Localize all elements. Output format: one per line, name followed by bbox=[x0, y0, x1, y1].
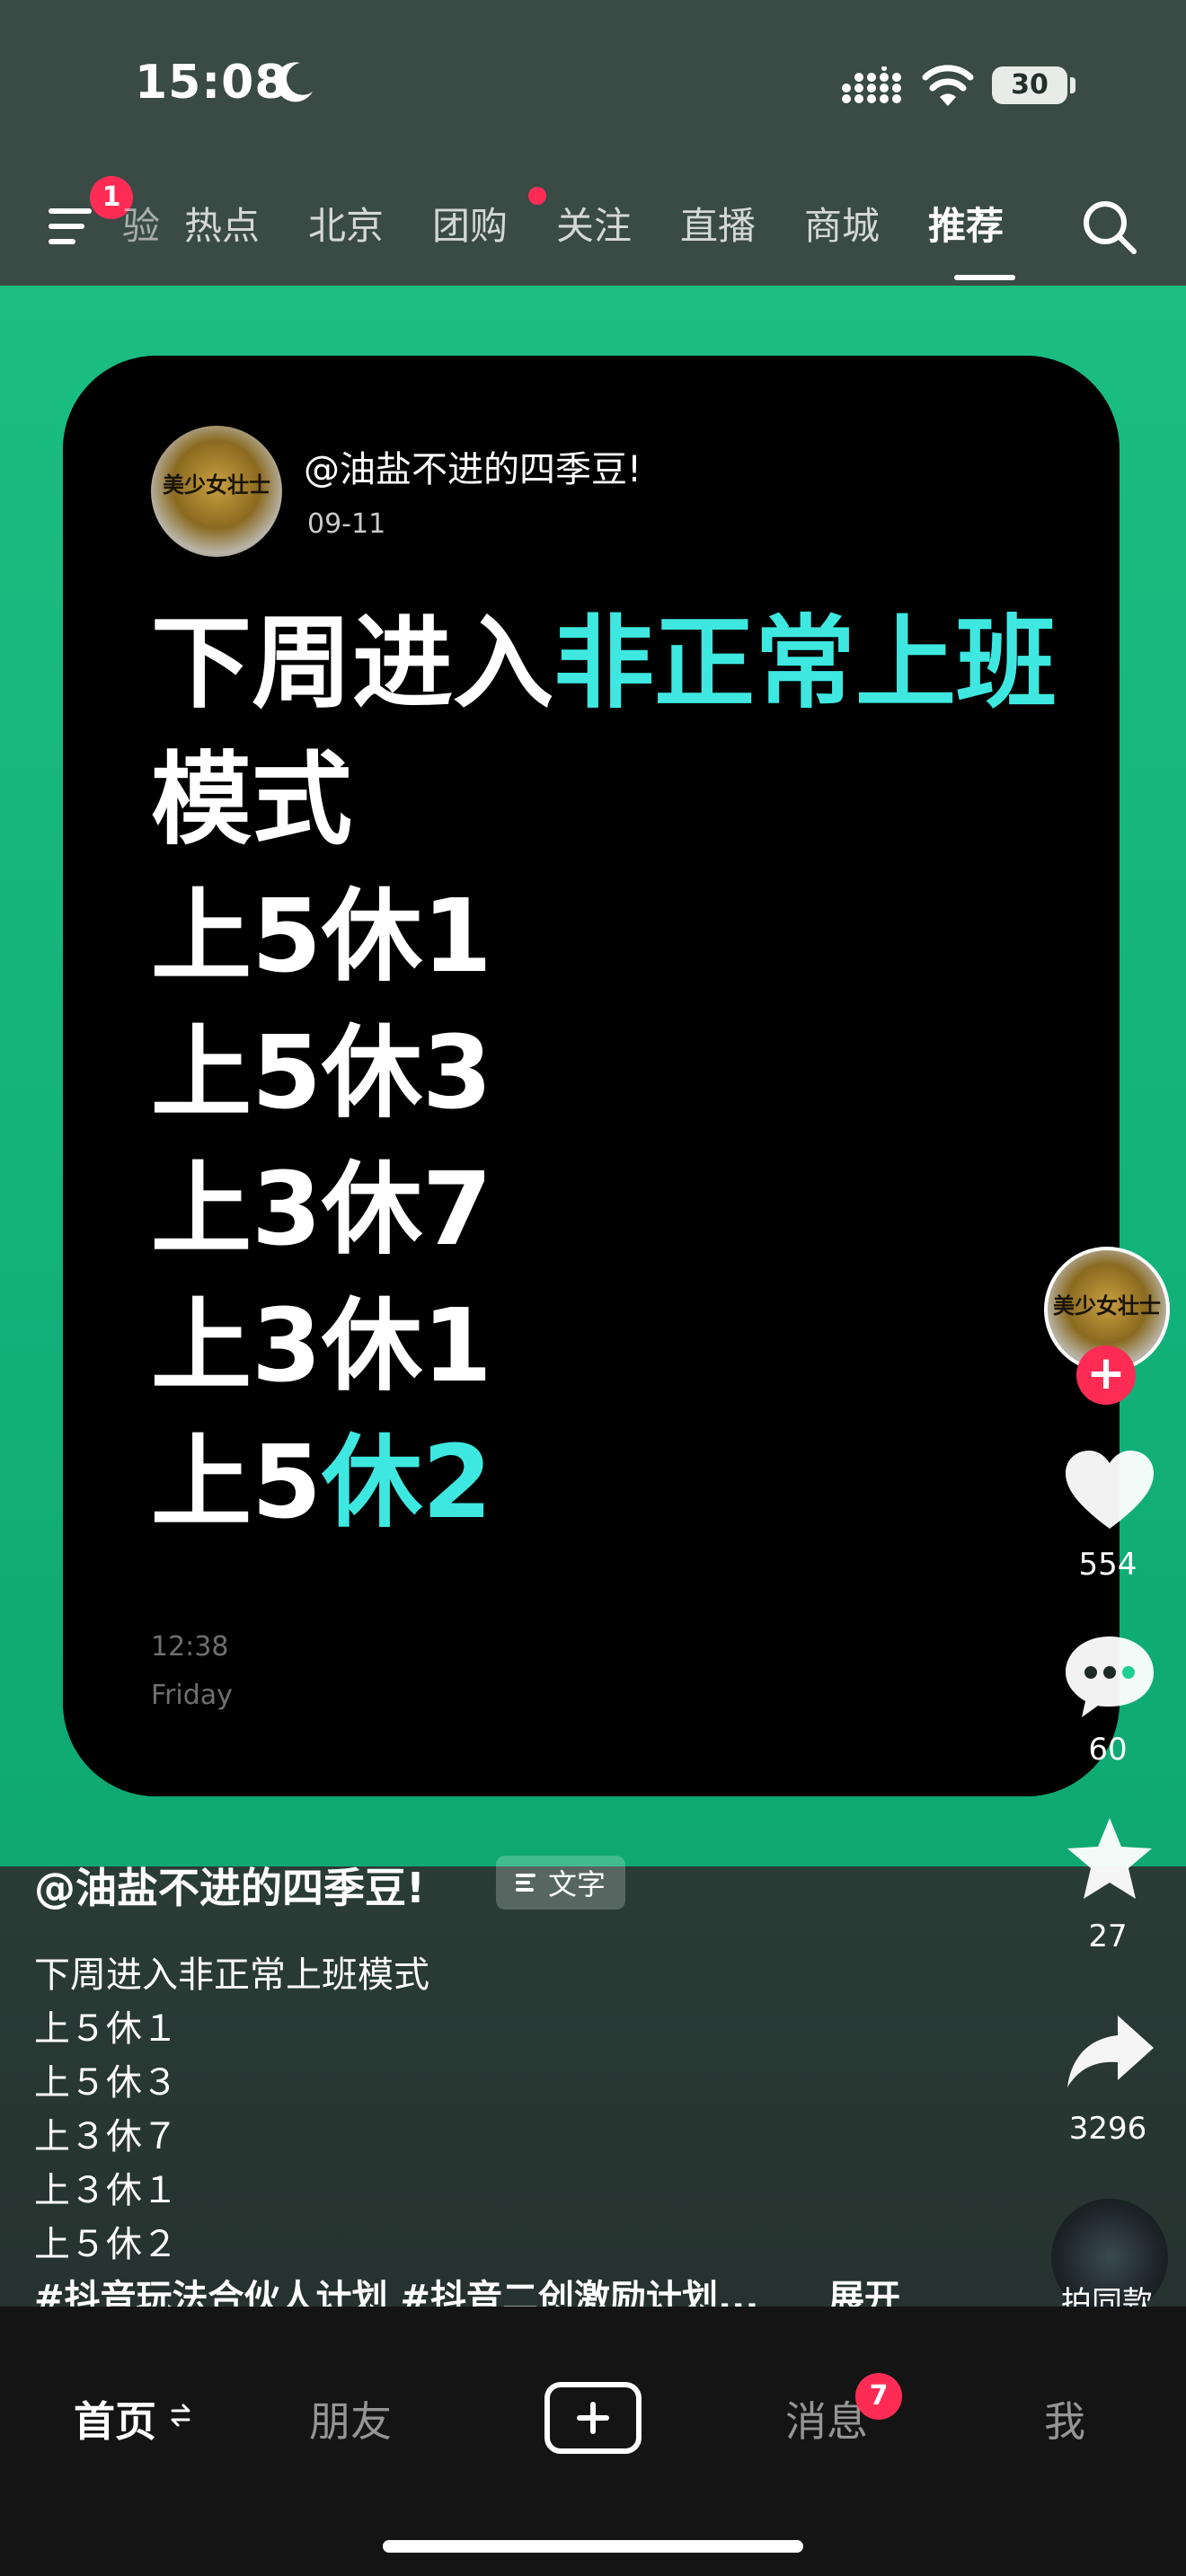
description-line: 上３休１ bbox=[34, 2170, 178, 2211]
nav-me[interactable]: 我 bbox=[1044, 2389, 1085, 2448]
text-chip[interactable]: 文字 bbox=[496, 1856, 625, 1910]
tab-recommended[interactable]: 推荐 bbox=[904, 196, 1028, 259]
star-icon[interactable] bbox=[1060, 1814, 1159, 1904]
active-tab-underline bbox=[954, 275, 1015, 280]
text-chip-label: 文字 bbox=[547, 1867, 606, 1901]
messages-badge: 7 bbox=[855, 2373, 902, 2420]
card-line-text: 下周进入 bbox=[151, 605, 553, 722]
description-line: 上５休３ bbox=[34, 2062, 178, 2104]
card-line-text: 上3休1 bbox=[151, 1288, 492, 1405]
card-line-text: 上3休7 bbox=[151, 1151, 492, 1268]
comment-count: 60 bbox=[1088, 1732, 1128, 1768]
nav-friends[interactable]: 朋友 bbox=[309, 2389, 392, 2448]
card-line: 上3休1 bbox=[151, 1279, 492, 1414]
favorite-count: 27 bbox=[1088, 1919, 1128, 1954]
plus-icon bbox=[577, 2402, 609, 2434]
description-line: 上５休１ bbox=[34, 2008, 178, 2050]
share-count: 3296 bbox=[1068, 2111, 1147, 2147]
tab-following[interactable]: 关注 bbox=[532, 196, 656, 259]
card-line: 上5休1 bbox=[151, 869, 492, 1004]
tab-partial[interactable]: 验 bbox=[108, 196, 160, 259]
home-indicator[interactable] bbox=[383, 2540, 803, 2553]
battery-level: 30 bbox=[1011, 69, 1049, 101]
signal-icon bbox=[842, 66, 901, 103]
card-avatar: 美少女壮士 bbox=[151, 426, 282, 557]
share-icon[interactable] bbox=[1060, 2008, 1159, 2098]
description-line: 上５休２ bbox=[34, 2224, 178, 2265]
comment-icon[interactable] bbox=[1060, 1631, 1159, 1721]
card-time: 12:38 bbox=[151, 1631, 229, 1663]
search-icon[interactable] bbox=[1080, 198, 1139, 257]
author-name[interactable]: @油盐不进的四季豆! bbox=[34, 1856, 425, 1915]
like-count: 554 bbox=[1078, 1547, 1137, 1583]
create-button[interactable] bbox=[544, 2382, 642, 2454]
description-area bbox=[0, 1866, 1186, 2307]
tab-notification-dot bbox=[528, 187, 546, 205]
top-tabs: 验 热点 北京 团购 关注 直播 商城 推荐 bbox=[108, 196, 1028, 259]
card-avatar-text: 美少女壮士 bbox=[163, 472, 270, 498]
author-avatar-text: 美少女壮士 bbox=[1053, 1293, 1161, 1319]
moon-icon bbox=[275, 62, 313, 102]
card-line: 上5休2 bbox=[151, 1416, 492, 1550]
card-line-text: 上5休1 bbox=[151, 878, 492, 995]
tab-live[interactable]: 直播 bbox=[656, 196, 780, 259]
card-username: @油盐不进的四季豆! bbox=[304, 449, 642, 490]
description-line: 上３休７ bbox=[34, 2116, 178, 2157]
tab-hot[interactable]: 热点 bbox=[160, 196, 284, 259]
swap-arrows-icon[interactable] bbox=[169, 2400, 192, 2430]
heart-icon[interactable] bbox=[1060, 1446, 1159, 1536]
battery-cap bbox=[1070, 77, 1075, 93]
card-line-text: 模式 bbox=[151, 742, 352, 859]
card-day: Friday bbox=[151, 1680, 233, 1711]
wifi-icon bbox=[922, 65, 974, 106]
nav-home[interactable]: 首页 bbox=[74, 2389, 156, 2448]
menu-icon[interactable] bbox=[49, 203, 97, 250]
tab-beijing[interactable]: 北京 bbox=[284, 196, 408, 259]
card-line: 上5休3 bbox=[151, 1006, 492, 1141]
card-date: 09-11 bbox=[307, 508, 386, 540]
description-line: 下周进入非正常上班模式 bbox=[34, 1954, 429, 1996]
card-line: 上3休7 bbox=[151, 1142, 492, 1277]
card-line: 模式 bbox=[151, 733, 352, 868]
tab-mall[interactable]: 商城 bbox=[780, 196, 904, 259]
card-line-text: 上5休3 bbox=[151, 1015, 492, 1132]
text-lines-icon bbox=[515, 1874, 535, 1892]
card-line: 下周进入非正常上班 bbox=[151, 596, 1057, 731]
tab-group-buy[interactable]: 团购 bbox=[408, 196, 532, 259]
card-line-highlight: 休2 bbox=[321, 1425, 492, 1541]
card-line-highlight: 非正常上班 bbox=[553, 605, 1057, 722]
card-line-text: 上5 bbox=[151, 1425, 322, 1541]
follow-button[interactable]: + bbox=[1076, 1345, 1136, 1405]
status-time: 15:08 bbox=[135, 56, 288, 110]
